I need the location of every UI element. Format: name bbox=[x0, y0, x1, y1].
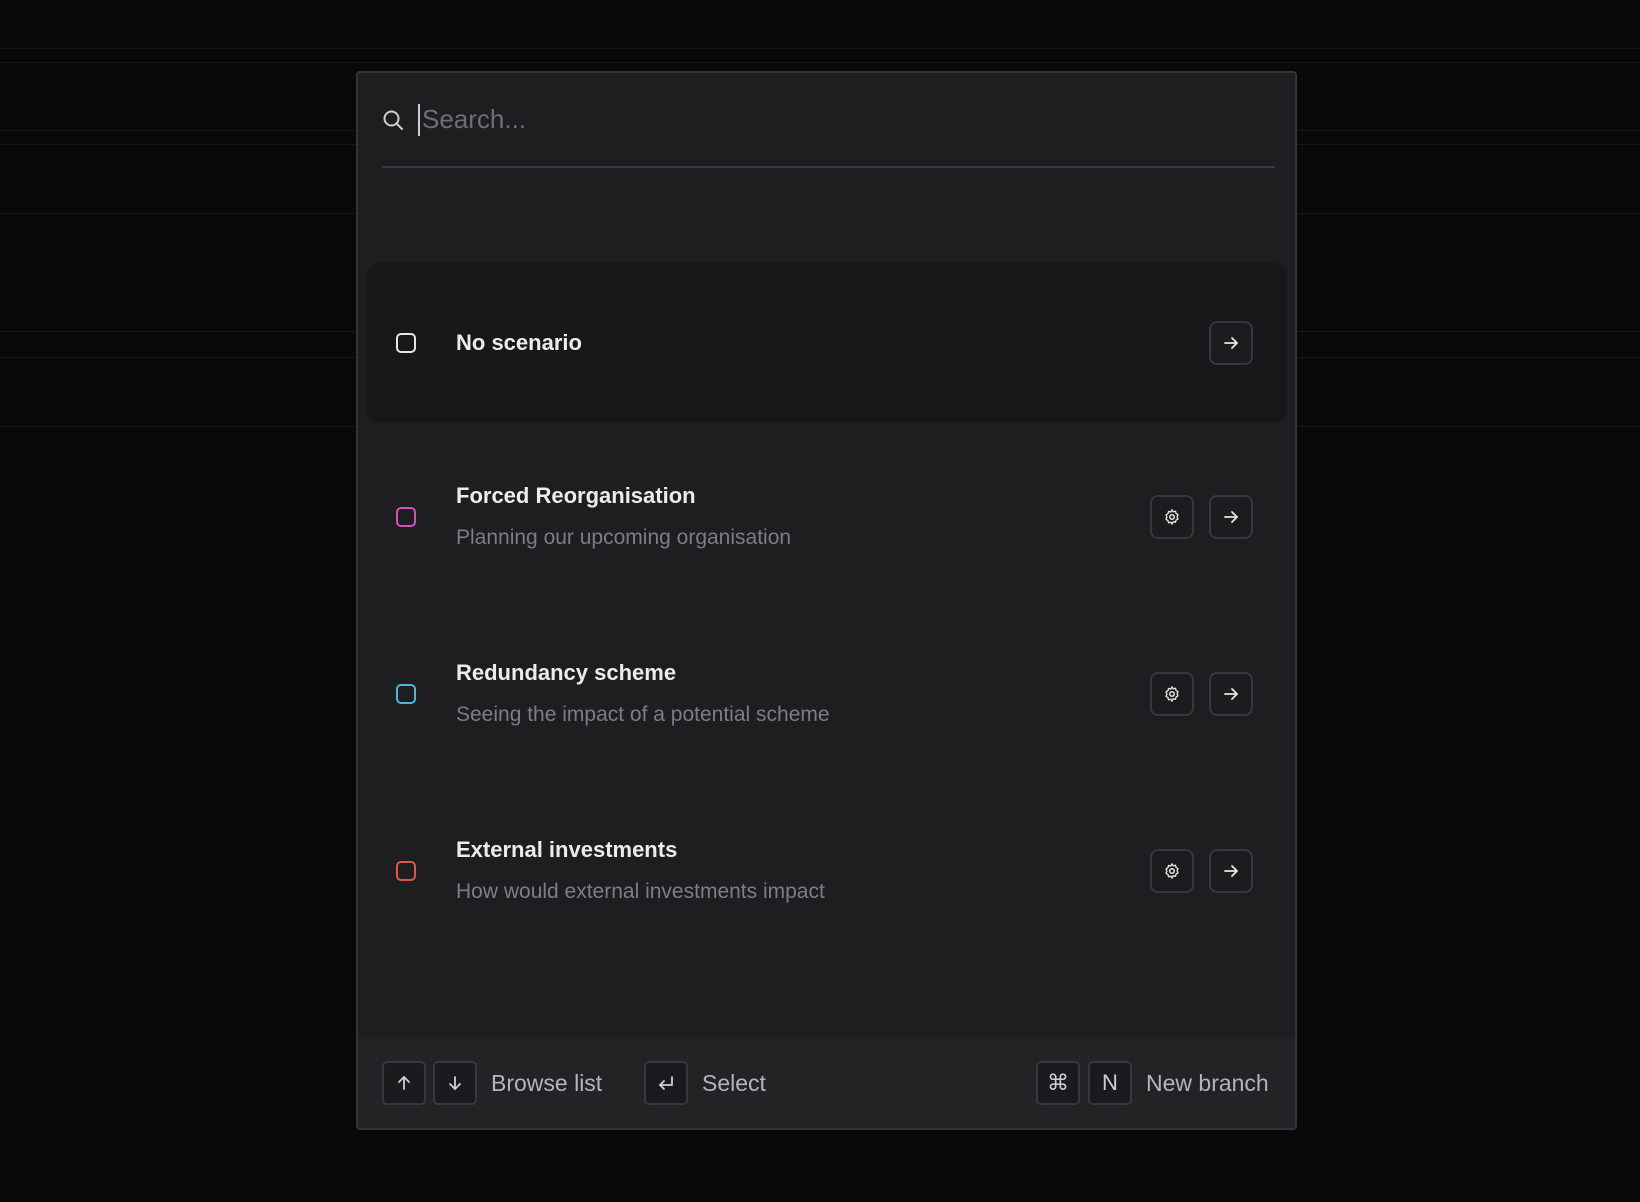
scenario-settings-button[interactable] bbox=[1150, 849, 1194, 893]
gear-icon bbox=[1165, 863, 1179, 879]
scenario-description: Seeing the impact of a potential scheme bbox=[456, 703, 830, 726]
scenario-settings-button[interactable] bbox=[1150, 672, 1194, 716]
scenario-swatch bbox=[396, 684, 416, 704]
n-key: N bbox=[1088, 1061, 1132, 1105]
arrow-right-icon bbox=[1224, 337, 1238, 349]
gear-icon bbox=[1165, 686, 1179, 702]
scenario-title: Forced Reorganisation bbox=[456, 483, 696, 508]
arrow-up-key bbox=[382, 1061, 426, 1105]
scenario-item-redundancy-scheme[interactable]: Redundancy scheme Seeing the impact of a… bbox=[366, 620, 1287, 770]
new-branch-label: New branch bbox=[1146, 1070, 1269, 1096]
search-input[interactable] bbox=[418, 103, 1275, 136]
keyboard-hints-footer: Browse list Select ⌘ N New branch bbox=[358, 1037, 1295, 1128]
scenario-title: Redundancy scheme bbox=[456, 660, 677, 685]
scenario-swatch bbox=[396, 333, 416, 353]
scenario-swatch bbox=[396, 861, 416, 881]
scenario-settings-button[interactable] bbox=[1150, 495, 1194, 539]
open-scenario-button[interactable] bbox=[1209, 321, 1253, 365]
arrow-up-icon bbox=[398, 1076, 410, 1090]
arrow-right-icon bbox=[1224, 688, 1238, 700]
scenario-description: How would external investments impact bbox=[456, 880, 825, 903]
scenario-description: Planning our upcoming organisation bbox=[456, 526, 792, 549]
open-scenario-button[interactable] bbox=[1209, 849, 1253, 893]
enter-key bbox=[644, 1061, 688, 1105]
arrow-down-icon bbox=[449, 1076, 461, 1090]
scenario-title: No scenario bbox=[456, 330, 582, 355]
command-key: ⌘ bbox=[1036, 1061, 1080, 1105]
arrow-right-icon bbox=[1224, 865, 1238, 877]
open-scenario-button[interactable] bbox=[1209, 672, 1253, 716]
enter-icon bbox=[659, 1076, 673, 1090]
search-icon bbox=[382, 109, 404, 131]
arrow-right-icon bbox=[1224, 511, 1238, 523]
select-label: Select bbox=[702, 1070, 766, 1096]
scenario-item-forced-reorganisation[interactable]: Forced Reorganisation Planning our upcom… bbox=[366, 443, 1287, 593]
open-scenario-button[interactable] bbox=[1209, 495, 1253, 539]
scenario-picker-dialog: No scenario Forced Reorganisation Planni… bbox=[356, 71, 1297, 1130]
search-bar bbox=[382, 73, 1275, 168]
browse-list-label: Browse list bbox=[491, 1070, 603, 1096]
scenario-swatch bbox=[396, 507, 416, 527]
arrow-down-key bbox=[433, 1061, 477, 1105]
scenario-title: External investments bbox=[456, 837, 678, 862]
scenario-item-external-investments[interactable]: External investments How would external … bbox=[366, 797, 1287, 947]
scenario-item-no-scenario[interactable]: No scenario bbox=[366, 263, 1287, 423]
gear-icon bbox=[1165, 509, 1179, 525]
